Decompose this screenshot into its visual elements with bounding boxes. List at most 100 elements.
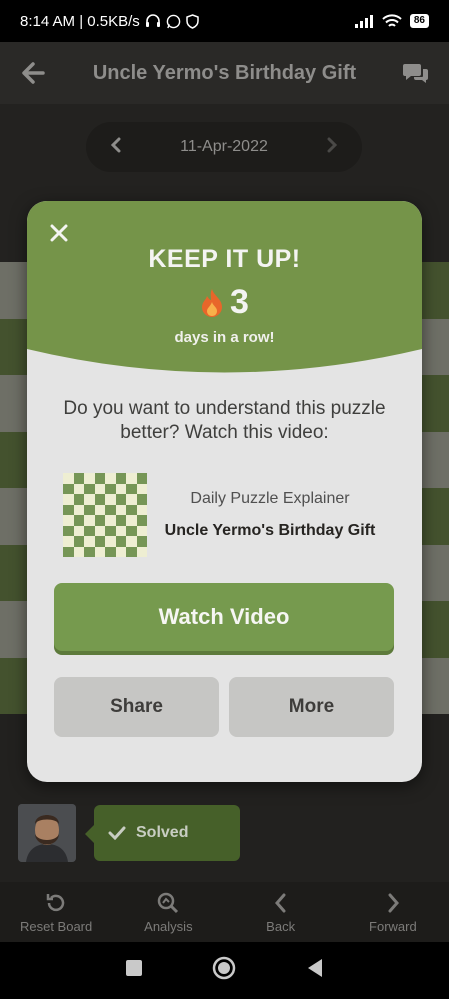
thumbnail-square (105, 546, 116, 557)
thumbnail-square (126, 473, 137, 484)
thumbnail-square (63, 494, 74, 505)
solved-label: Solved (136, 824, 189, 841)
streak-count: 3 (230, 283, 249, 321)
bottom-nav: Reset Board Analysis Back Forward (0, 882, 449, 942)
video-info: Daily Puzzle Explainer Uncle Yermo's Bir… (147, 490, 393, 540)
flame-icon (202, 288, 223, 317)
chevron-left-icon (274, 893, 286, 912)
status-bar: 8:14 AM | 0.5KB/s 86 (0, 0, 449, 42)
thumbnail-square (73, 525, 84, 536)
thumbnail-square (126, 483, 137, 494)
solved-badge: Solved (85, 805, 240, 861)
thumbnail-square (63, 483, 74, 494)
modal-title: KEEP IT UP! (148, 245, 301, 273)
thumbnail-square (73, 515, 84, 526)
thumbnail-square (84, 473, 95, 484)
streak-caption: days in a row! (174, 329, 275, 346)
thumbnail-square (136, 473, 147, 484)
thumbnail-square (115, 536, 126, 547)
thumbnail-square (115, 525, 126, 536)
video-thumbnail[interactable] (63, 473, 147, 557)
nav-reset-board[interactable]: Reset Board (0, 882, 112, 942)
thumbnail-square (126, 525, 137, 536)
thumbnail-square (136, 483, 147, 494)
status-right: 86 (354, 13, 429, 29)
close-icon[interactable] (45, 219, 73, 247)
next-date-icon[interactable] (326, 137, 338, 158)
thumbnail-square (115, 546, 126, 557)
thumbnail-square (136, 536, 147, 547)
thumbnail-square (63, 546, 74, 557)
thumbnail-square (126, 515, 137, 526)
thumbnail-square (105, 483, 116, 494)
thumbnail-square (84, 483, 95, 494)
chat-icon[interactable] (401, 58, 431, 88)
nav-forward[interactable]: Forward (337, 882, 449, 942)
video-subtitle: Daily Puzzle Explainer (190, 490, 350, 507)
thumbnail-square (84, 504, 95, 515)
system-nav (0, 942, 449, 999)
thumbnail-square (126, 504, 137, 515)
reset-icon (46, 893, 65, 911)
chevron-right-icon (388, 893, 399, 912)
thumbnail-square (73, 473, 84, 484)
nav-label: Analysis (144, 918, 193, 934)
thumbnail-square (84, 525, 95, 536)
thumbnail-square (94, 546, 105, 557)
thumbnail-square (115, 473, 126, 484)
thumbnail-square (84, 536, 95, 547)
battery-indicator: 86 (409, 14, 429, 28)
thumbnail-square (105, 494, 116, 505)
thumbnail-square (94, 504, 105, 515)
recents-icon[interactable] (125, 959, 143, 982)
analysis-icon (158, 892, 179, 913)
whatsapp-icon (166, 14, 181, 28)
wifi-icon (382, 13, 402, 27)
date-label: 11-Apr-2022 (180, 138, 268, 155)
thumbnail-square (94, 483, 105, 494)
video-title: Uncle Yermo's Birthday Gift (164, 522, 376, 539)
date-navigator: 11-Apr-2022 (86, 122, 362, 172)
more-button[interactable]: More (229, 677, 394, 737)
thumbnail-square (126, 494, 137, 505)
thumbnail-square (136, 504, 147, 515)
avatar (18, 804, 76, 862)
checkmark-icon (108, 826, 126, 840)
thumbnail-square (115, 494, 126, 505)
streak-row: 3 (27, 283, 422, 322)
back-triangle-icon[interactable] (306, 958, 324, 983)
prev-date-icon[interactable] (110, 137, 122, 158)
streak-modal: KEEP IT UP! 3 days in a row! Do you want… (27, 201, 422, 782)
app-header: Uncle Yermo's Birthday Gift (0, 42, 449, 104)
back-arrow-icon[interactable] (18, 58, 48, 88)
thumbnail-square (105, 504, 116, 515)
thumbnail-square (63, 473, 74, 484)
thumbnail-square (105, 515, 116, 526)
thumbnail-square (73, 536, 84, 547)
thumbnail-square (84, 494, 95, 505)
thumbnail-square (73, 483, 84, 494)
thumbnail-square (115, 515, 126, 526)
share-button[interactable]: Share (54, 677, 219, 737)
thumbnail-square (84, 546, 95, 557)
thumbnail-square (63, 536, 74, 547)
thumbnail-square (73, 546, 84, 557)
thumbnail-square (63, 504, 74, 515)
nav-label: Reset Board (19, 918, 93, 934)
thumbnail-square (94, 473, 105, 484)
thumbnail-square (105, 473, 116, 484)
modal-header: KEEP IT UP! 3 days in a row! (27, 201, 422, 381)
nav-back[interactable]: Back (225, 882, 337, 942)
status-time: 8:14 AM | 0.5KB/s (20, 12, 140, 30)
nav-label: Back (266, 918, 296, 934)
home-icon[interactable] (212, 956, 236, 985)
thumbnail-square (105, 525, 116, 536)
shield-icon (186, 13, 199, 29)
thumbnail-square (94, 515, 105, 526)
video-card[interactable]: Daily Puzzle Explainer Uncle Yermo's Bir… (63, 473, 393, 557)
thumbnail-square (94, 525, 105, 536)
nav-analysis[interactable]: Analysis (112, 882, 224, 942)
watch-video-button[interactable]: Watch Video (54, 583, 394, 651)
thumbnail-square (115, 504, 126, 515)
thumbnail-square (94, 536, 105, 547)
